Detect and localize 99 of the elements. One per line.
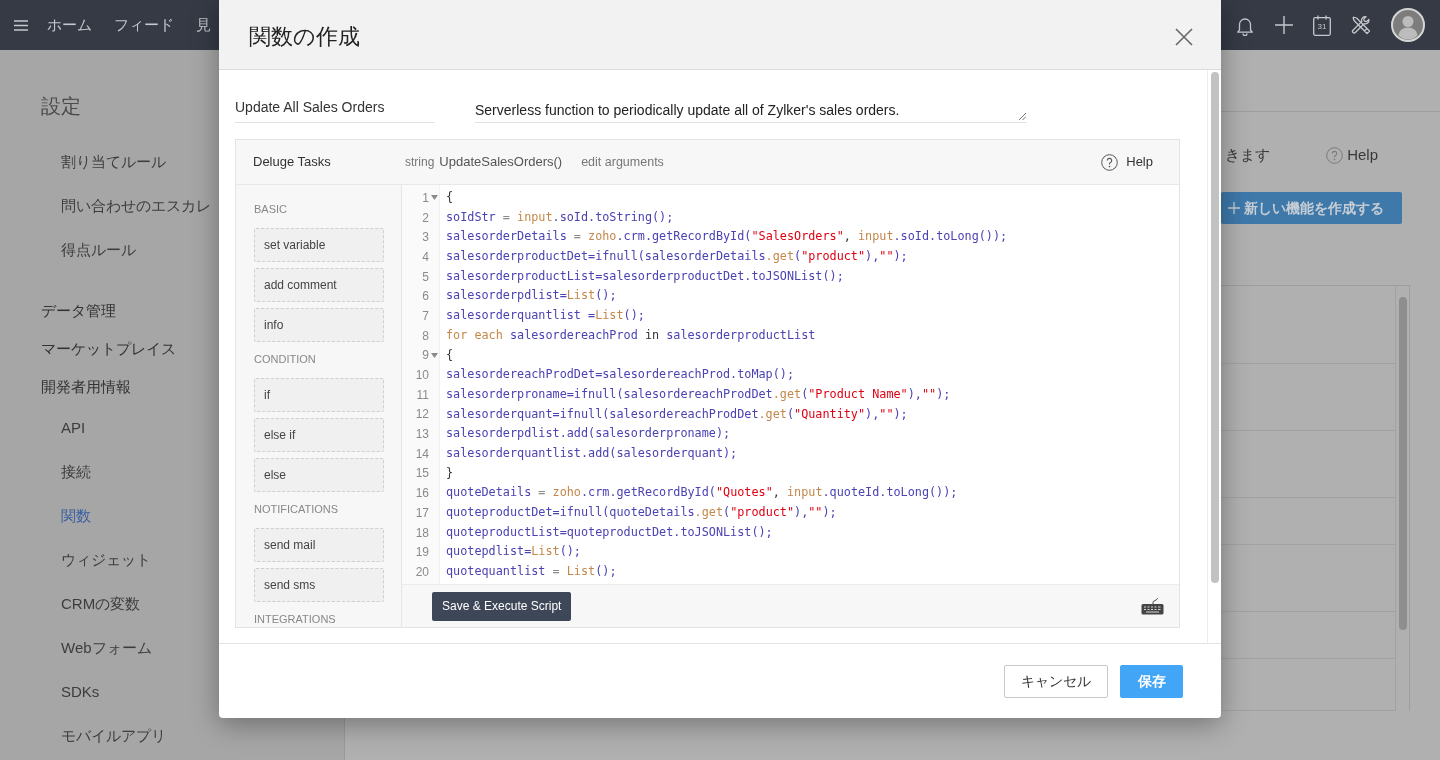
- sidebar-section-heading[interactable]: マーケットプレイス: [41, 330, 176, 368]
- create-function-button[interactable]: 新しい機能を作成する: [1221, 192, 1402, 224]
- sidebar-item[interactable]: Webフォーム: [61, 626, 152, 670]
- line-number: 10: [415, 367, 429, 385]
- scrollbar-thumb[interactable]: [1398, 297, 1407, 630]
- code-line: salesorderDetails = zoho.crm.getRecordById("SalesOrders", input.soId.toLong());: [446, 228, 1008, 246]
- line-number: 13: [415, 426, 429, 444]
- fold-caret-icon[interactable]: [431, 195, 438, 201]
- code-line: quoteproductDet=ifnull(quoteDetails.get("product"),"");: [446, 504, 837, 521]
- return-type-label: string: [405, 154, 435, 171]
- nav-tab[interactable]: ホーム: [47, 13, 92, 37]
- code-line: for each salesordereachProd in salesorderproductList: [446, 326, 816, 344]
- sidebar-section-heading[interactable]: 開発者用情報: [41, 368, 131, 406]
- nav-tab[interactable]: フィード: [114, 13, 174, 37]
- dialog-title: 関数の作成: [249, 23, 360, 51]
- sidebar-item[interactable]: 得点ルール: [61, 228, 136, 272]
- scrollbar-thumb[interactable]: [1210, 72, 1219, 583]
- line-number: 11: [416, 386, 429, 404]
- fold-caret-icon[interactable]: [431, 352, 438, 358]
- sidebar-item[interactable]: モバイルアプリ: [61, 714, 166, 758]
- task-block[interactable]: send mail: [254, 528, 384, 562]
- line-number: 14: [415, 445, 429, 463]
- task-block[interactable]: else if: [254, 418, 384, 452]
- code-line: quotequantlist = List();: [446, 563, 617, 581]
- code-line: salesordereachProdDet=salesordereachProd.toMap();: [446, 366, 794, 384]
- code-line: salesorderproductList=salesorderproductDet.toJSONList();: [446, 267, 844, 285]
- nav-tab[interactable]: 見: [196, 13, 211, 37]
- code-line: {: [446, 189, 454, 206]
- function-signature: UpdateSalesOrders(): [439, 153, 563, 172]
- close-button[interactable]: [1175, 27, 1193, 46]
- code-line: salesorderquantlist =List();: [446, 307, 645, 325]
- keyboard-icon[interactable]: [1141, 597, 1164, 615]
- sidebar-item[interactable]: SDKs: [61, 670, 100, 714]
- code-line: salesorderproname=ifnull(salesordereachProdDet.get("Product Name"),"");: [446, 385, 951, 403]
- line-number: 16: [415, 485, 429, 503]
- code-line: quoteDetails = zoho.crm.getRecordById("Quotes", input.quoteId.toLong());: [446, 484, 958, 502]
- code-line: quoteproductList=quoteproductDet.toJSONList();: [446, 523, 773, 541]
- line-number: 8: [422, 327, 429, 345]
- resize-handle-icon[interactable]: [1018, 112, 1026, 120]
- sidebar-section-heading[interactable]: データ管理: [41, 292, 116, 330]
- sidebar-item[interactable]: API: [61, 406, 86, 450]
- line-number: 20: [415, 563, 429, 581]
- palette-heading: INTEGRATIONS: [254, 614, 336, 625]
- line-number: 3: [422, 229, 429, 247]
- line-number: 19: [415, 544, 429, 562]
- task-block[interactable]: if: [254, 378, 384, 412]
- line-number: 9: [422, 347, 429, 365]
- description-field[interactable]: Serverless function to periodically update all of Zylker's sales orders.: [475, 92, 1027, 123]
- line-number: 17: [415, 504, 429, 522]
- sidebar-item[interactable]: 問い合わせのエスカレ: [61, 184, 211, 228]
- task-block[interactable]: set variable: [254, 228, 384, 262]
- description-text: きます: [1225, 144, 1271, 165]
- code-line: salesorderpdlist=List();: [446, 287, 617, 305]
- line-number: 18: [415, 524, 429, 542]
- palette-heading: NOTIFICATIONS: [254, 504, 339, 515]
- code-line: salesorderquant=ifnull(salesordereachProdDet.get("Quantity"),"");: [446, 405, 908, 423]
- plus-icon[interactable]: [1275, 16, 1293, 34]
- line-number: 12: [415, 406, 429, 424]
- line-number: 6: [422, 288, 429, 306]
- line-number: 2: [422, 209, 429, 227]
- calendar-button[interactable]: 31: [1313, 14, 1331, 36]
- menu-icon[interactable]: [14, 19, 28, 31]
- help-icon: [1101, 153, 1119, 171]
- line-number: 5: [422, 268, 429, 286]
- plus-icon: [1228, 202, 1240, 214]
- task-block[interactable]: info: [254, 308, 384, 342]
- help-link[interactable]: Help: [1101, 152, 1153, 172]
- avatar-icon[interactable]: [1391, 8, 1425, 42]
- line-number: 15: [415, 465, 429, 483]
- name-field[interactable]: Update All Sales Orders: [235, 93, 435, 123]
- sidebar-item[interactable]: 割り当てルール: [61, 140, 166, 184]
- sidebar-item[interactable]: ウィジェット: [61, 538, 151, 582]
- tools-icon[interactable]: [1351, 15, 1371, 35]
- close-icon: [1175, 27, 1193, 46]
- code-line: {: [446, 346, 454, 364]
- code-line: quotepdlist=List();: [446, 543, 581, 561]
- code-line: salesorderpdlist.add(salesorderproname);: [446, 425, 731, 443]
- help-icon: [1326, 146, 1344, 164]
- palette-title: Deluge Tasks: [253, 153, 332, 172]
- sidebar-title: 設定: [41, 94, 81, 119]
- line-number: 4: [422, 248, 429, 266]
- code-line: salesorderproductDet=ifnull(salesorderDetails.get("product"),"");: [446, 248, 908, 266]
- code-line: }: [446, 464, 454, 482]
- sidebar-item[interactable]: CRMの変数: [61, 582, 141, 626]
- edit-arguments-link[interactable]: edit arguments: [581, 152, 664, 172]
- cancel-button[interactable]: キャンセル: [1004, 664, 1108, 698]
- palette-heading: CONDITION: [254, 354, 316, 365]
- line-number: 7: [422, 307, 429, 325]
- help-link[interactable]: Help: [1326, 143, 1378, 167]
- task-block[interactable]: add comment: [254, 268, 384, 302]
- task-block[interactable]: send sms: [254, 568, 384, 602]
- sidebar-item[interactable]: 接続: [61, 450, 91, 494]
- code-line: soIdStr = input.soId.toString();: [446, 208, 674, 226]
- task-block[interactable]: else: [254, 458, 384, 492]
- line-number: 1: [422, 189, 429, 207]
- code-line: salesorderquantlist.add(salesorderquant);: [446, 444, 738, 462]
- palette-heading: BASIC: [254, 204, 287, 215]
- save-execute-button[interactable]: Save & Execute Script: [432, 591, 572, 621]
- calendar-icon: [1313, 14, 1331, 36]
